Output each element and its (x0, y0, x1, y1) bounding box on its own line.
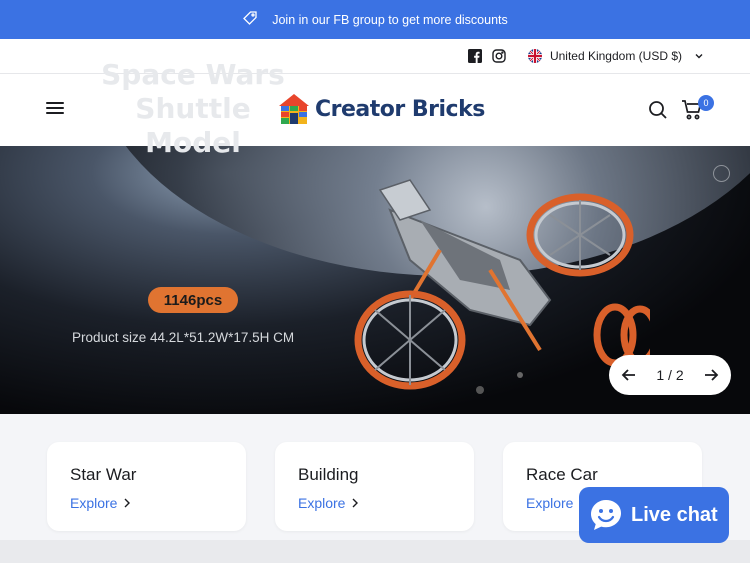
chevron-down-icon (695, 54, 703, 59)
facebook-icon[interactable] (467, 49, 482, 63)
locale-selector[interactable]: United Kingdom (USD $) (527, 49, 704, 63)
category-title: Race Car (526, 465, 598, 484)
instagram-icon[interactable] (492, 49, 506, 63)
category-card-building[interactable]: Building Explore (275, 442, 474, 531)
arrow-left-icon[interactable] (621, 367, 637, 383)
chevron-right-icon (124, 498, 131, 508)
hero-title-line-2: Shuttle Model (135, 92, 251, 159)
explore-label: Explore (70, 495, 118, 511)
product-size-text: Product size 44.2L*51.2W*17.5H CM (72, 330, 295, 345)
category-title: Star War (70, 465, 137, 484)
logo[interactable]: Creator Bricks (277, 92, 485, 126)
announcement-bar[interactable]: Join in our FB group to get more discoun… (0, 0, 750, 39)
explore-link[interactable]: Explore (70, 495, 223, 511)
explore-link[interactable]: Explore (298, 495, 451, 511)
pieces-badge: 1146pcs (148, 287, 238, 313)
arrow-right-icon[interactable] (703, 367, 719, 383)
locale-label: United Kingdom (USD $) (549, 49, 682, 63)
uk-flag-icon (527, 49, 542, 63)
autoplay-indicator-icon[interactable] (713, 165, 730, 182)
menu-icon[interactable] (46, 102, 64, 116)
slide-indicator: 1 / 2 (656, 367, 684, 383)
announcement-text: Join in our FB group to get more discoun… (272, 12, 508, 27)
logo-text: Creator Bricks (315, 96, 485, 122)
category-card-star-war[interactable]: Star War Explore (47, 442, 246, 531)
tag-icon (242, 10, 258, 29)
section-divider (0, 540, 750, 563)
slider-controls: 1 / 2 (609, 355, 731, 395)
hero-title: Space Wars Shuttle Model (98, 58, 288, 160)
shuttle-model-image (354, 179, 650, 394)
live-chat-button[interactable]: Live chat (579, 487, 729, 543)
explore-label: Explore (526, 495, 574, 511)
explore-label: Explore (298, 495, 346, 511)
cart-count-badge: 0 (698, 95, 714, 111)
chat-smile-icon (591, 500, 621, 530)
hero-title-line-1: Space Wars (101, 58, 285, 91)
search-icon[interactable] (648, 100, 668, 120)
category-title: Building (298, 465, 359, 484)
social-links (467, 49, 506, 63)
live-chat-label: Live chat (631, 503, 718, 526)
chevron-right-icon (352, 498, 359, 508)
